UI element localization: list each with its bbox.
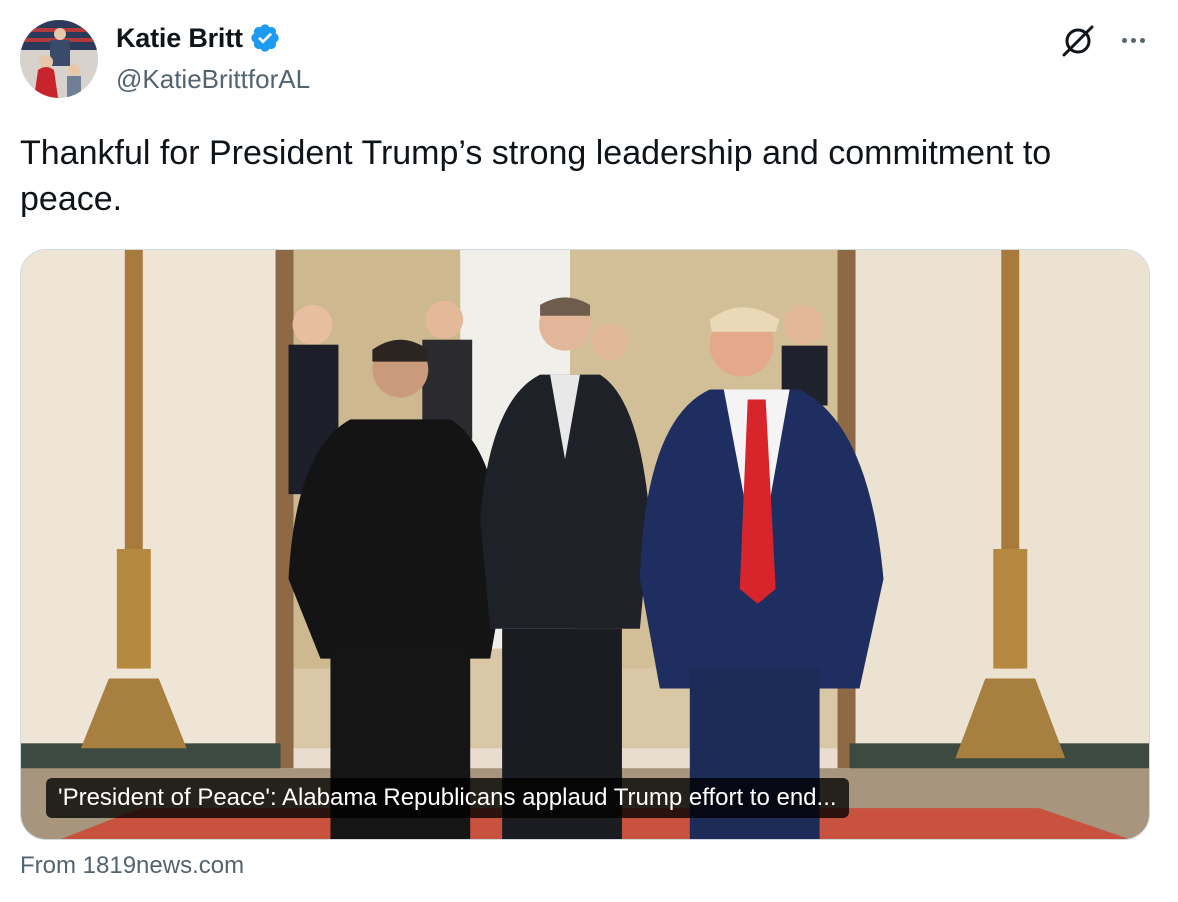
link-card-title[interactable]: 'President of Peace': Alabama Republican… <box>46 778 849 818</box>
author-name-row[interactable]: Katie Britt <box>116 22 281 54</box>
more-dot <box>1139 37 1145 43</box>
tweet-text: Thankful for President Trump’s strong le… <box>20 134 1052 218</box>
author-display-name[interactable]: Katie Britt <box>116 23 243 54</box>
link-card[interactable]: 'President of Peace': Alabama Republican… <box>20 249 1150 840</box>
link-source[interactable]: From 1819news.com <box>20 852 244 880</box>
verified-badge-icon[interactable] <box>249 22 281 54</box>
more-horizontal-icon[interactable] <box>1115 24 1151 56</box>
avatar-image <box>20 20 98 98</box>
more-dot <box>1121 37 1127 43</box>
author-handle[interactable]: @KatieBrittforAL <box>116 64 310 95</box>
avatar[interactable] <box>20 20 98 98</box>
more-dot <box>1130 37 1136 43</box>
card-photo <box>21 250 1149 839</box>
grok-slash-icon[interactable] <box>1059 22 1097 60</box>
